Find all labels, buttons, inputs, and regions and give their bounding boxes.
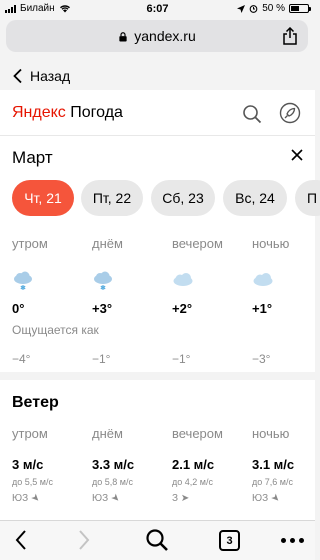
search-icon[interactable]: [145, 528, 169, 552]
wind-speed: 2.1 м/с: [172, 457, 215, 472]
rocket-icon[interactable]: [279, 102, 301, 124]
wind-direction-label: ЮЗ: [92, 493, 109, 504]
wind-column: утром 3 м/с до 5,5 м/с ЮЗ ➤: [12, 426, 88, 506]
alarm-icon: [249, 5, 258, 13]
cloud-snow-icon: [14, 271, 32, 290]
feels-like-temp: −1°: [172, 352, 191, 366]
period-label: днём: [92, 236, 123, 251]
forecast-card: Март Чт, 21 Пт, 22 Сб, 23 Вс, 24 П утром…: [0, 136, 320, 372]
period-label: днём: [92, 426, 123, 441]
day-pill[interactable]: Сб, 23: [151, 180, 215, 216]
wind-card: Ветер утром 3 м/с до 5,5 м/с ЮЗ ➤ днём 3…: [0, 380, 315, 520]
wind-title: Ветер: [12, 394, 59, 411]
period-label: ночью: [252, 426, 290, 441]
day-pill[interactable]: Чт, 21: [12, 180, 74, 216]
wind-direction-label: ЮЗ: [252, 493, 269, 504]
tabs-button[interactable]: 3: [219, 530, 240, 551]
period-label: вечером: [172, 426, 223, 441]
back-arrow-icon[interactable]: [14, 529, 28, 551]
battery-percent: 50 %: [262, 3, 285, 14]
status-bar: Билайн 6:07 50 %: [0, 0, 315, 18]
wind-direction: ЮЗ ➤: [12, 491, 88, 506]
back-label[interactable]: Назад: [30, 68, 70, 84]
wind-arrow-icon: ➤: [108, 491, 122, 506]
period-label: вечером: [172, 236, 223, 251]
wind-column: днём 3.3 м/с до 5,8 м/с ЮЗ ➤: [92, 426, 168, 506]
logo-brand: Яндекс: [12, 104, 66, 121]
address-bar[interactable]: yandex.ru: [6, 20, 308, 52]
wind-arrow-icon: ➤: [268, 491, 282, 506]
more-icon[interactable]: [281, 538, 304, 543]
share-icon[interactable]: [282, 27, 298, 45]
wind-arrow-icon: ➤: [28, 491, 42, 506]
wind-gust: до 4,2 м/с: [172, 477, 213, 487]
wind-column: ночью 3.1 м/с до 7,6 м/с ЮЗ ➤: [252, 426, 320, 506]
lock-icon: [119, 32, 127, 42]
period-label: утром: [12, 426, 48, 441]
wind-speed: 3.3 м/с: [92, 457, 135, 472]
temperature: 0°: [12, 301, 25, 316]
wind-gust: до 5,5 м/с: [12, 477, 53, 487]
forecast-column: утром 0° −4°: [12, 236, 88, 366]
back-row[interactable]: Назад: [0, 62, 315, 90]
search-icon[interactable]: [242, 104, 262, 124]
browser-toolbar: 3: [0, 520, 315, 560]
month-title: Март: [12, 148, 53, 167]
close-icon[interactable]: [290, 148, 304, 162]
battery-icon: [289, 4, 311, 13]
temperature: +3°: [92, 301, 113, 316]
period-label: ночью: [252, 236, 290, 251]
forecast-column: днём +3° −1°: [92, 236, 168, 366]
wind-direction: ЮЗ ➤: [252, 491, 320, 506]
wind-direction: З ➤: [172, 493, 248, 504]
temperature: +2°: [172, 301, 193, 316]
forward-arrow-icon[interactable]: [77, 529, 91, 551]
wind-gust: до 5,8 м/с: [92, 477, 133, 487]
wind-speed: 3 м/с: [12, 457, 44, 472]
chevron-left-icon[interactable]: [12, 68, 24, 84]
day-pill[interactable]: Вс, 24: [223, 180, 287, 216]
location-arrow-icon: [237, 4, 246, 13]
wind-direction: ЮЗ ➤: [92, 491, 168, 506]
wind-gust: до 7,6 м/с: [252, 477, 293, 487]
feels-like-temp: −3°: [252, 352, 271, 366]
temperature: +1°: [252, 301, 273, 316]
feels-like-label: Ощущается как: [12, 323, 99, 337]
period-label: утром: [12, 236, 48, 251]
feels-like-temp: −1°: [92, 352, 111, 366]
day-pill[interactable]: Пт, 22: [81, 180, 143, 216]
wind-direction-label: ЮЗ: [12, 493, 29, 504]
cloudy-icon: [173, 273, 193, 286]
wind-direction-label: З: [172, 493, 179, 504]
status-right: 50 %: [237, 3, 311, 14]
wind-column: вечером 2.1 м/с до 4,2 м/с З ➤: [172, 426, 248, 504]
logo-service: Погода: [70, 104, 123, 121]
forecast-column: ночью +1° −3°: [252, 236, 320, 366]
yandex-weather-logo[interactable]: Яндекс Погода: [12, 104, 123, 122]
cloudy-icon: [253, 273, 273, 286]
wind-arrow-icon: ➤: [180, 493, 190, 504]
feels-like-temp: −4°: [12, 352, 31, 366]
cloud-snow-icon: [94, 271, 112, 290]
forecast-column: вечером +2° −1°: [172, 236, 248, 366]
url-text: yandex.ru: [134, 28, 196, 44]
wind-speed: 3.1 м/с: [252, 457, 295, 472]
site-header: Яндекс Погода: [0, 90, 315, 136]
day-pill[interactable]: П: [295, 180, 320, 216]
